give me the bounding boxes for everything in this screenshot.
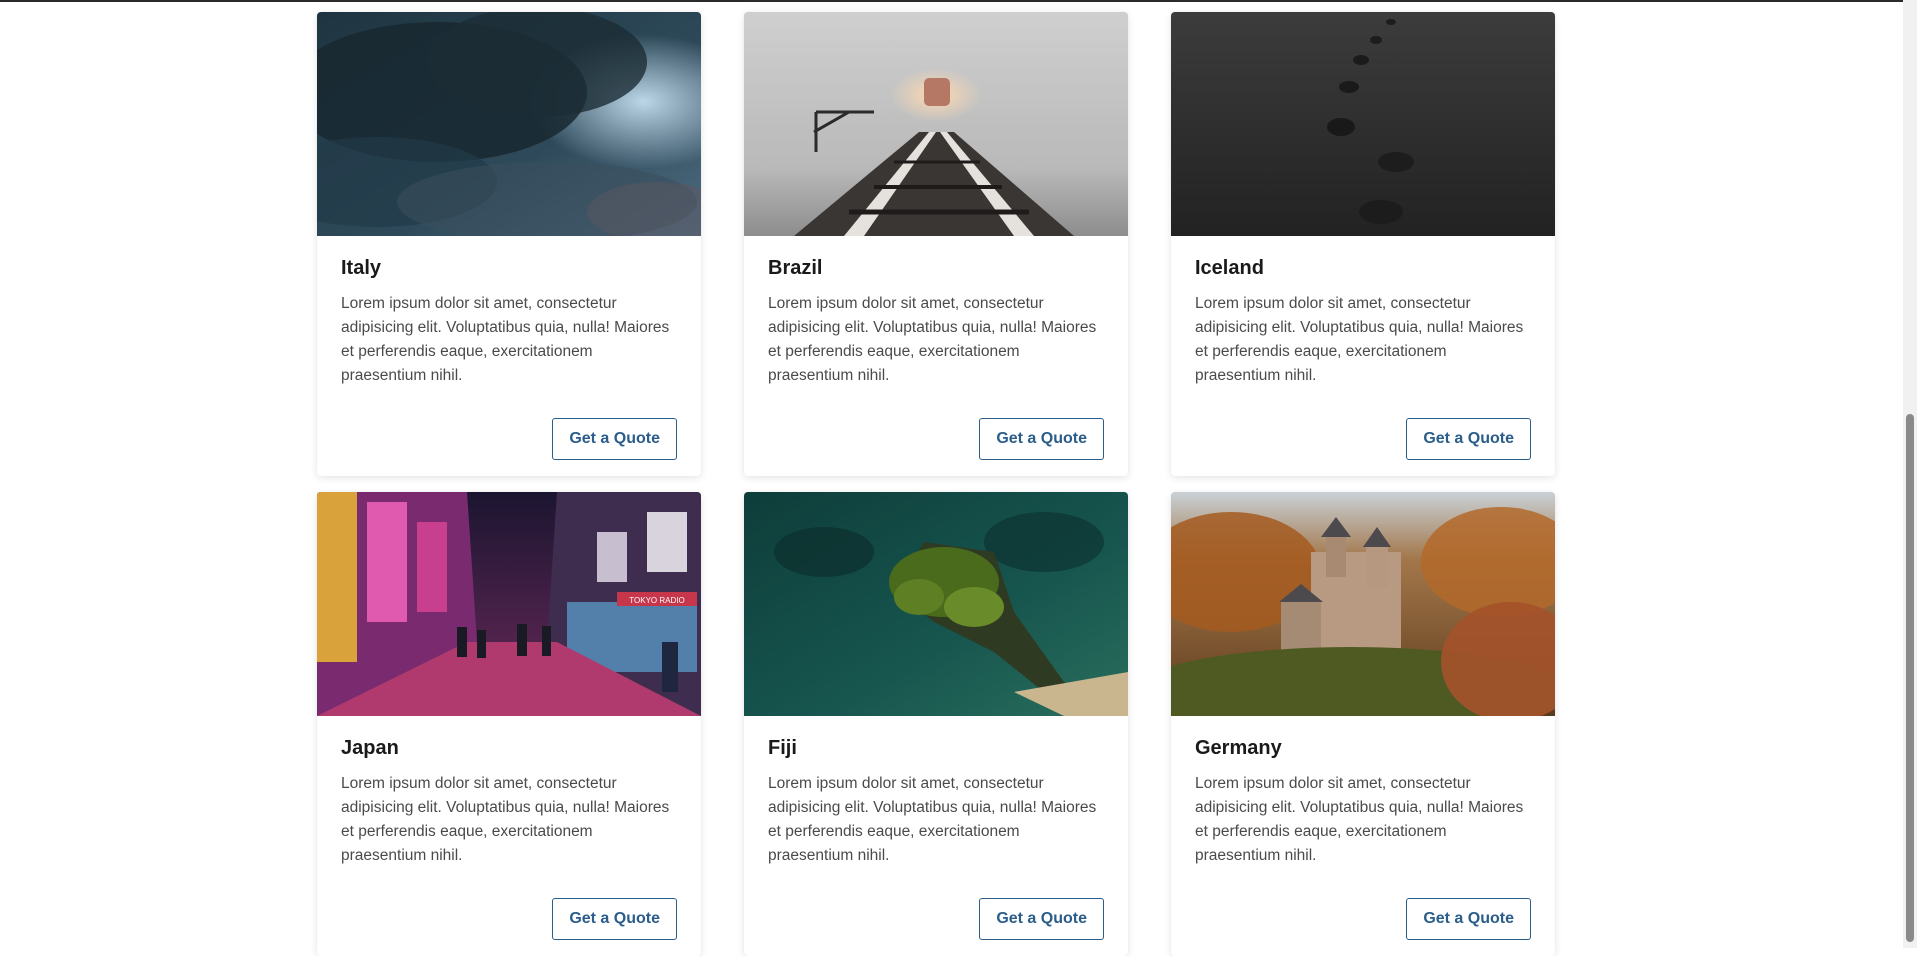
card-description: Lorem ipsum dolor sit amet, consectetur … [341, 295, 670, 384]
card-title: Iceland [1195, 257, 1264, 279]
destination-card-brazil: Brazil Lorem ipsum dolor sit amet, conse… [744, 12, 1128, 476]
card-title: Germany [1195, 737, 1282, 759]
vertical-scrollbar[interactable] [1903, 0, 1917, 948]
tropical-island-image [744, 492, 1128, 716]
destination-card-fiji: Fiji Lorem ipsum dolor sit amet, consect… [744, 492, 1128, 956]
footprints-gravel-image [1171, 12, 1555, 236]
castle-forest-image [1171, 492, 1555, 716]
card-title: Fiji [768, 737, 797, 759]
neon-street-image: TOKYO RADIO [317, 492, 701, 716]
scrollbar-thumb[interactable] [1906, 414, 1914, 942]
destination-card-japan: TOKYO RADIO Japan Lorem ipsum dolor sit … [317, 492, 701, 956]
card-title: Japan [341, 737, 399, 759]
get-quote-button[interactable]: Get a Quote [552, 898, 677, 940]
get-quote-button[interactable]: Get a Quote [1406, 898, 1531, 940]
card-description: Lorem ipsum dolor sit amet, consectetur … [768, 775, 1097, 864]
destination-card-iceland: Iceland Lorem ipsum dolor sit amet, cons… [1171, 12, 1555, 476]
foggy-railway-image [744, 12, 1128, 236]
get-quote-button[interactable]: Get a Quote [552, 418, 677, 460]
stormy-clouds-image [317, 12, 701, 236]
get-quote-button[interactable]: Get a Quote [979, 898, 1104, 940]
destination-card-germany: Germany Lorem ipsum dolor sit amet, cons… [1171, 492, 1555, 956]
destination-card-italy: Italy Lorem ipsum dolor sit amet, consec… [317, 12, 701, 476]
get-quote-button[interactable]: Get a Quote [1406, 418, 1531, 460]
card-description: Lorem ipsum dolor sit amet, consectetur … [1195, 295, 1524, 384]
card-description: Lorem ipsum dolor sit amet, consectetur … [768, 295, 1097, 384]
destination-grid: Italy Lorem ipsum dolor sit amet, consec… [317, 12, 1555, 956]
shop-sign-text: TOKYO RADIO [629, 596, 684, 605]
card-title: Italy [341, 257, 382, 279]
get-quote-button[interactable]: Get a Quote [979, 418, 1104, 460]
card-description: Lorem ipsum dolor sit amet, consectetur … [341, 775, 670, 864]
top-edge [0, 0, 1917, 2]
card-title: Brazil [768, 257, 823, 279]
card-description: Lorem ipsum dolor sit amet, consectetur … [1195, 775, 1524, 864]
